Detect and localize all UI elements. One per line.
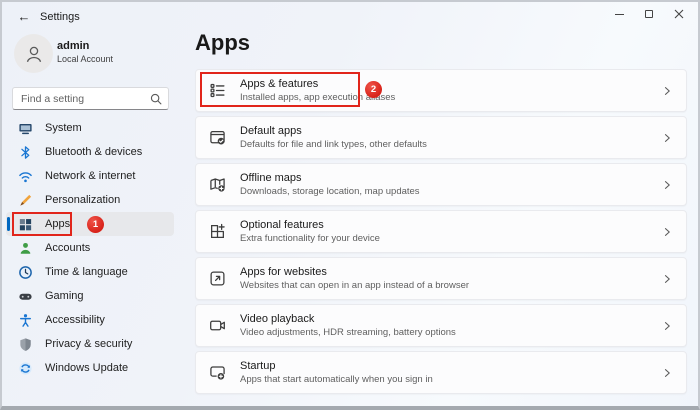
shield-icon — [18, 337, 33, 352]
selection-pill — [7, 217, 10, 231]
search-box — [12, 87, 169, 110]
update-arrows-icon — [18, 361, 33, 376]
person-icon — [22, 42, 46, 66]
close-icon — [674, 9, 684, 19]
row-subtitle: Websites that can open in an app instead… — [240, 280, 661, 291]
optional-features-icon — [209, 223, 226, 240]
row-title: Video playback — [240, 313, 661, 325]
annotation-box-apps — [12, 212, 72, 236]
back-button[interactable]: ← — [14, 8, 34, 26]
row-title: Offline maps — [240, 172, 661, 184]
minimize-button[interactable] — [604, 2, 634, 26]
sidebar-item-label: Time & language — [45, 266, 128, 278]
row-subtitle: Apps that start automatically when you s… — [240, 374, 661, 385]
row-title: Optional features — [240, 219, 661, 231]
gamepad-icon — [18, 289, 33, 304]
sidebar-item-label: Network & internet — [45, 170, 135, 182]
chevron-right-icon — [661, 85, 673, 97]
sidebar-item-accessibility[interactable]: Accessibility — [6, 308, 174, 332]
accounts-person-icon — [18, 241, 33, 256]
chevron-right-icon — [661, 179, 673, 191]
settings-list: Apps & features Installed apps, app exec… — [195, 69, 687, 398]
sidebar-item-label: Gaming — [45, 290, 84, 302]
close-button[interactable] — [664, 2, 694, 26]
sidebar-item-time-language[interactable]: Time & language — [6, 260, 174, 284]
row-text: Default apps Defaults for file and link … — [240, 125, 661, 150]
row-video-playback[interactable]: Video playback Video adjustments, HDR st… — [195, 304, 687, 347]
apps-for-websites-icon — [209, 270, 226, 287]
row-startup[interactable]: Startup Apps that start automatically wh… — [195, 351, 687, 394]
row-subtitle: Video adjustments, HDR streaming, batter… — [240, 327, 661, 338]
sidebar-item-windows-update[interactable]: Windows Update — [6, 356, 174, 380]
sidebar-item-label: System — [45, 122, 82, 134]
annotation-step-1-badge: 1 — [87, 216, 104, 233]
annotation-step-2-badge: 2 — [365, 81, 382, 98]
search-input[interactable] — [13, 88, 168, 109]
profile-account-type: Local Account — [57, 54, 113, 64]
row-optional-features[interactable]: Optional features Extra functionality fo… — [195, 210, 687, 253]
sidebar-item-gaming[interactable]: Gaming — [6, 284, 174, 308]
sidebar-item-label: Personalization — [45, 194, 120, 206]
annotation-box-apps-features — [200, 72, 360, 107]
sidebar-item-label: Accounts — [45, 242, 90, 254]
chevron-right-icon — [661, 320, 673, 332]
brush-icon — [18, 193, 33, 208]
row-title: Default apps — [240, 125, 661, 137]
row-subtitle: Defaults for file and link types, other … — [240, 139, 661, 150]
page-title: Apps — [195, 30, 250, 56]
default-apps-icon — [209, 129, 226, 146]
settings-window: ← Settings admin Local Account Sys — [0, 0, 700, 410]
avatar[interactable] — [14, 34, 53, 73]
sidebar-item-personalization[interactable]: Personalization — [6, 188, 174, 212]
profile-name: admin — [57, 40, 89, 52]
sidebar-item-label: Accessibility — [45, 314, 105, 326]
row-text: Apps for websites Websites that can open… — [240, 266, 661, 291]
window-title: Settings — [40, 11, 80, 23]
minimize-icon — [615, 14, 624, 15]
clock-globe-icon — [18, 265, 33, 280]
row-offline-maps[interactable]: Offline maps Downloads, storage location… — [195, 163, 687, 206]
startup-icon — [209, 364, 226, 381]
search-icon — [149, 92, 163, 106]
sidebar-item-bluetooth-devices[interactable]: Bluetooth & devices — [6, 140, 174, 164]
window-controls — [604, 2, 694, 26]
sidebar-item-network-internet[interactable]: Network & internet — [6, 164, 174, 188]
sidebar-item-label: Windows Update — [45, 362, 128, 374]
row-title: Apps for websites — [240, 266, 661, 278]
row-text: Offline maps Downloads, storage location… — [240, 172, 661, 197]
maximize-icon — [645, 10, 653, 18]
video-playback-icon — [209, 317, 226, 334]
sidebar-item-label: Privacy & security — [45, 338, 132, 350]
row-default-apps[interactable]: Default apps Defaults for file and link … — [195, 116, 687, 159]
titlebar: ← Settings — [2, 2, 698, 32]
sidebar-item-label: Bluetooth & devices — [45, 146, 142, 158]
maximize-button[interactable] — [634, 2, 664, 26]
row-subtitle: Downloads, storage location, map updates — [240, 186, 661, 197]
row-text: Optional features Extra functionality fo… — [240, 219, 661, 244]
chevron-right-icon — [661, 367, 673, 379]
offline-maps-icon — [209, 176, 226, 193]
row-title: Startup — [240, 360, 661, 372]
chevron-right-icon — [661, 273, 673, 285]
sidebar-item-accounts[interactable]: Accounts — [6, 236, 174, 260]
wifi-icon — [18, 169, 33, 184]
system-icon — [18, 121, 33, 136]
bluetooth-icon — [18, 145, 33, 160]
row-subtitle: Extra functionality for your device — [240, 233, 661, 244]
chevron-right-icon — [661, 226, 673, 238]
row-text: Video playback Video adjustments, HDR st… — [240, 313, 661, 338]
sidebar-item-privacy-security[interactable]: Privacy & security — [6, 332, 174, 356]
row-apps-for-websites[interactable]: Apps for websites Websites that can open… — [195, 257, 687, 300]
row-text: Startup Apps that start automatically wh… — [240, 360, 661, 385]
sidebar-item-system[interactable]: System — [6, 116, 174, 140]
sidebar-nav: System Bluetooth & devices Network & int… — [6, 116, 180, 380]
chevron-right-icon — [661, 132, 673, 144]
accessibility-person-icon — [18, 313, 33, 328]
